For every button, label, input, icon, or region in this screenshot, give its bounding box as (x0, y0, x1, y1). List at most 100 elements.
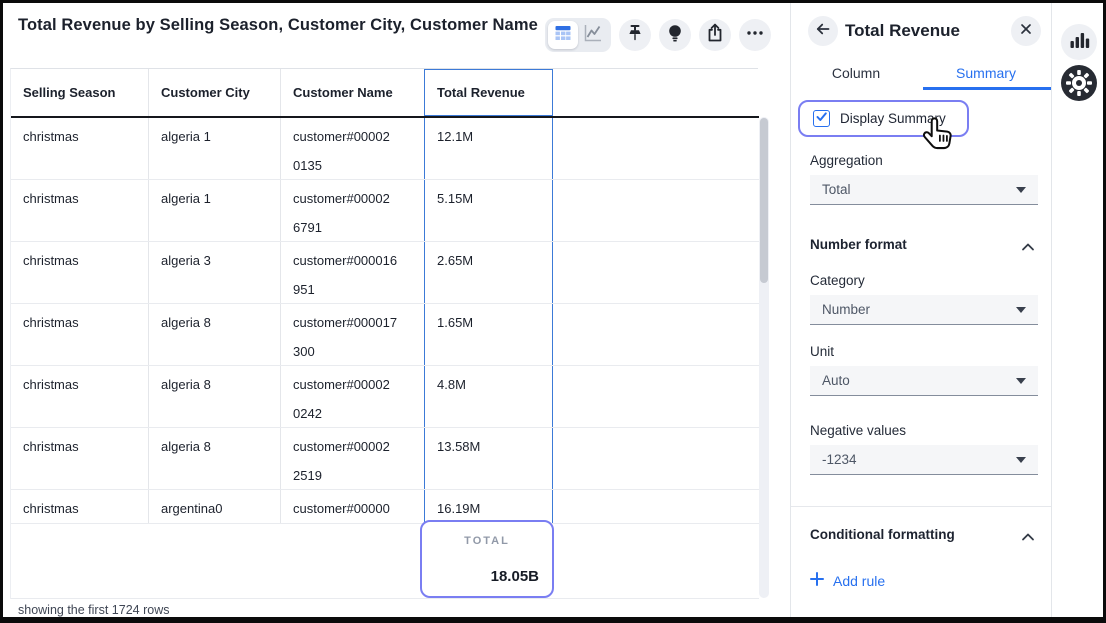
cell-city[interactable]: argentina0 (148, 490, 280, 523)
cell-season[interactable]: christmas (11, 180, 148, 241)
cell-revenue[interactable]: 12.1M (424, 118, 553, 179)
insights-button[interactable] (659, 19, 691, 51)
total-value: 18.05B (435, 568, 539, 585)
row-count-note: showing the first 1724 rows (18, 603, 169, 617)
column-header-selling-season[interactable]: Selling Season (11, 69, 148, 116)
answer-toolbar (545, 18, 771, 52)
negative-values-value: -1234 (822, 452, 857, 467)
cell-customer[interactable]: customer#000017 300 (280, 304, 424, 365)
cell-season[interactable]: christmas (11, 118, 148, 179)
category-label: Category (810, 273, 865, 288)
cell-empty (553, 180, 759, 241)
panel-title: Total Revenue (845, 21, 960, 41)
cell-customer[interactable]: customer#00000 (280, 490, 424, 523)
unit-dropdown[interactable]: Auto (810, 366, 1038, 396)
caret-down-icon (1016, 187, 1026, 193)
add-rule-label: Add rule (833, 573, 885, 589)
cell-season[interactable]: christmas (11, 304, 148, 365)
conditional-formatting-header[interactable]: Conditional formatting (810, 527, 955, 542)
cell-empty (553, 242, 759, 303)
cell-customer[interactable]: customer#00002 6791 (280, 180, 424, 241)
collapse-chevron-icon[interactable] (1021, 529, 1035, 547)
lightbulb-icon (665, 23, 685, 48)
table-view-button[interactable] (548, 21, 578, 49)
column-header-customer-name[interactable]: Customer Name (280, 69, 424, 116)
number-format-header[interactable]: Number format (810, 237, 907, 252)
chart-view-button[interactable] (578, 21, 608, 49)
cell-city[interactable]: algeria 8 (148, 304, 280, 365)
cell-revenue[interactable]: 1.65M (424, 304, 553, 365)
cell-customer[interactable]: customer#00002 0242 (280, 366, 424, 427)
cell-revenue[interactable]: 4.8M (424, 366, 553, 427)
tab-column[interactable]: Column (791, 58, 921, 91)
table-icon (553, 23, 573, 48)
summary-row (11, 524, 759, 599)
total-label: TOTAL (435, 535, 539, 547)
table-row: christmas algeria 3 customer#000016 951 … (11, 242, 759, 304)
cell-season[interactable]: christmas (11, 428, 148, 489)
cell-revenue[interactable]: 13.58M (424, 428, 553, 489)
bar-chart-icon (1067, 28, 1091, 57)
page-title: Total Revenue by Selling Season, Custome… (18, 16, 538, 35)
checkmark-icon (815, 110, 828, 128)
chart-config-button[interactable] (1061, 24, 1097, 60)
column-header-customer-city[interactable]: Customer City (148, 69, 280, 116)
cell-customer[interactable]: customer#00002 2519 (280, 428, 424, 489)
column-settings-panel: Total Revenue Column Summary Display Sum… (791, 3, 1051, 617)
screenshot-frame-bottom (0, 617, 1106, 623)
pin-button[interactable] (619, 19, 651, 51)
cell-revenue[interactable]: 16.19M (424, 490, 553, 523)
cell-empty (553, 366, 759, 427)
column-header-total-revenue-selected[interactable]: Total Revenue (424, 69, 553, 116)
column-header-empty (553, 69, 759, 116)
table-row: christmas algeria 1 customer#00002 0135 … (11, 118, 759, 180)
unit-label: Unit (810, 344, 834, 359)
caret-down-icon (1016, 457, 1026, 463)
caret-down-icon (1016, 378, 1026, 384)
section-divider (791, 506, 1051, 507)
chart-icon (582, 22, 604, 49)
table-row: christmas algeria 8 customer#000017 300 … (11, 304, 759, 366)
close-panel-button[interactable] (1011, 16, 1041, 46)
cell-season[interactable]: christmas (11, 242, 148, 303)
cell-city[interactable]: algeria 3 (148, 242, 280, 303)
cell-revenue[interactable]: 2.65M (424, 242, 553, 303)
back-arrow-icon (814, 20, 832, 43)
cell-city[interactable]: algeria 8 (148, 428, 280, 489)
cell-city[interactable]: algeria 1 (148, 180, 280, 241)
right-icon-strip (1051, 3, 1103, 617)
total-summary-highlight: TOTAL 18.05B (420, 520, 554, 598)
table-row: christmas algeria 8 customer#00002 2519 … (11, 428, 759, 490)
cell-city[interactable]: algeria 1 (148, 118, 280, 179)
ellipsis-icon (745, 23, 765, 48)
plus-icon (810, 572, 824, 589)
display-summary-checkbox[interactable] (813, 110, 830, 127)
settings-button[interactable] (1061, 67, 1097, 103)
cell-season[interactable]: christmas (11, 366, 148, 427)
category-value: Number (822, 302, 870, 317)
collapse-chevron-icon[interactable] (1021, 239, 1035, 257)
table-header-row: Selling Season Customer City Customer Na… (11, 69, 759, 118)
cell-revenue[interactable]: 5.15M (424, 180, 553, 241)
aggregation-value: Total (822, 182, 851, 197)
more-options-button[interactable] (739, 19, 771, 51)
cell-season[interactable]: christmas (11, 490, 148, 523)
cell-customer[interactable]: customer#000016 951 (280, 242, 424, 303)
aggregation-dropdown[interactable]: Total (810, 175, 1038, 205)
cell-empty (553, 304, 759, 365)
cell-empty (553, 428, 759, 489)
add-rule-button[interactable]: Add rule (810, 572, 885, 589)
view-toggle (545, 18, 611, 52)
table-row: christmas argentina0 customer#00000 16.1… (11, 490, 759, 524)
cell-customer[interactable]: customer#00002 0135 (280, 118, 424, 179)
cell-city[interactable]: algeria 8 (148, 366, 280, 427)
gear-icon (1060, 64, 1098, 107)
back-button[interactable] (808, 16, 838, 46)
share-button[interactable] (699, 19, 731, 51)
negative-values-dropdown[interactable]: -1234 (810, 445, 1038, 475)
active-tab-underline (923, 87, 1051, 90)
category-dropdown[interactable]: Number (810, 295, 1038, 325)
table-scrollbar-thumb[interactable] (760, 118, 768, 283)
results-table: Selling Season Customer City Customer Na… (10, 68, 758, 599)
unit-value: Auto (822, 373, 850, 388)
